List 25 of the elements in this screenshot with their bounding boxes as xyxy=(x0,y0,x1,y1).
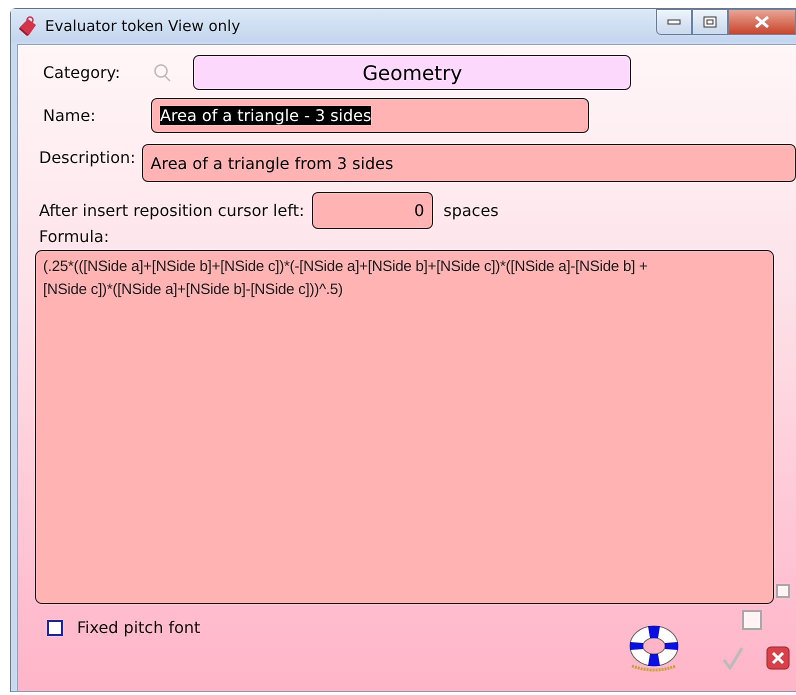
resize-grip-icon[interactable] xyxy=(776,584,790,598)
fixed-pitch-checkbox[interactable] xyxy=(47,620,63,636)
window-title: Evaluator token View only xyxy=(45,16,242,34)
maximize-icon xyxy=(703,16,717,28)
name-field[interactable]: Area of a triangle - 3 sides xyxy=(151,98,589,133)
reposition-field[interactable]: 0 xyxy=(312,192,434,229)
description-field[interactable]: Area of a triangle from 3 sides xyxy=(142,144,796,182)
spaces-label: spaces xyxy=(443,201,499,220)
close-button[interactable] xyxy=(728,9,796,35)
category-field[interactable]: Geometry xyxy=(193,55,632,90)
lifebuoy-icon[interactable] xyxy=(628,624,680,674)
fixed-pitch-label: Fixed pitch font xyxy=(77,618,200,637)
formula-field[interactable]: (.25*(([NSide a]+[NSide b]+[NSide c])*(-[NSide a]+[NSide b]+[NSide c])*([NSide a]-[NSide b] +[NSide c])*([NSide a]+[NSide b]-[NSide c]))^.5) xyxy=(35,250,774,604)
name-label: Name: xyxy=(43,106,97,125)
app-icon xyxy=(17,14,39,36)
close-icon xyxy=(754,15,770,29)
maximize-button[interactable] xyxy=(692,9,728,35)
minimize-icon xyxy=(667,19,681,25)
description-label: Description: xyxy=(39,148,136,167)
minimize-button[interactable] xyxy=(656,9,692,35)
category-label: Category: xyxy=(43,63,120,82)
reposition-label: After insert reposition cursor left: xyxy=(39,201,304,220)
cancel-icon[interactable] xyxy=(766,646,790,670)
checkmark-icon[interactable] xyxy=(722,646,744,670)
formula-label: Formula: xyxy=(39,227,110,246)
